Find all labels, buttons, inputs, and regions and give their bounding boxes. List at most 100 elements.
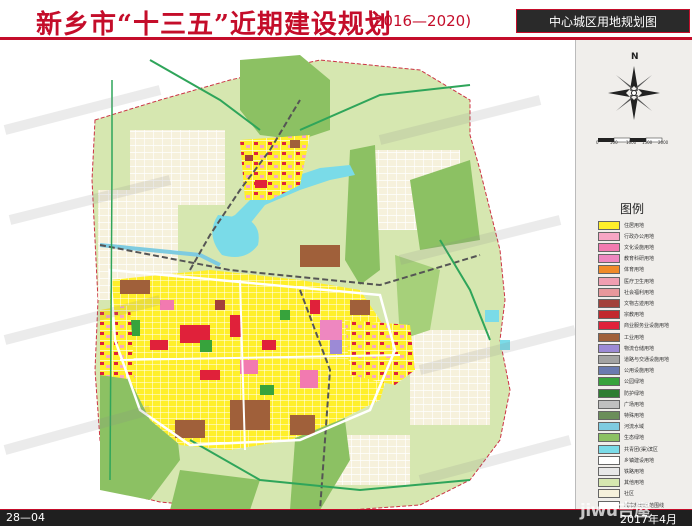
legend-item: 公园绿地: [598, 377, 644, 387]
legend-item: 宗教用地: [598, 310, 644, 320]
legend-item: 教育科研用地: [598, 254, 654, 264]
map-name-box: 中心城区用地规划图: [516, 9, 690, 33]
commercial-block: [262, 340, 276, 350]
legend-label: 道路与交通设施用地: [624, 356, 670, 363]
legend-swatch: [598, 410, 620, 420]
legend-label: 特殊用地: [624, 412, 645, 419]
legend-swatch: [598, 478, 620, 488]
scale-label-1500: 1500: [642, 140, 653, 145]
legend-item: 文物古迹用地: [598, 298, 654, 308]
industrial-block: [230, 400, 270, 430]
legend-label: 行政办公用地: [624, 233, 655, 240]
cultural-block: [215, 300, 225, 310]
legend-item: 物流仓储用地: [598, 343, 654, 353]
legend-swatch: [598, 242, 620, 252]
legend-label: 铁路用地: [624, 468, 645, 475]
legend-swatch: [598, 298, 620, 308]
legend-swatch: [598, 254, 620, 264]
legend-swatch: [598, 220, 620, 230]
legend-swatch: [598, 287, 620, 297]
legend-label: 其他用地: [624, 480, 645, 487]
legend-swatch: [598, 343, 620, 353]
legend-item: 河流水域: [598, 422, 644, 432]
park-block: [280, 310, 290, 320]
scale-label-0: 0: [596, 140, 599, 145]
legend-item: 文化设施用地: [598, 242, 654, 252]
scale-label-2000: 2000: [658, 140, 669, 145]
title-bar: 新乡市“十三五”近期建设规划 (2016—2020) 中心城区用地规划图: [0, 0, 692, 42]
pond: [485, 310, 499, 322]
map-area: [0, 40, 580, 511]
legend-swatch: [598, 354, 620, 364]
logistics-block: [330, 340, 342, 354]
legend-swatch: [598, 265, 620, 275]
north-label: N: [631, 52, 639, 62]
page-number: 28—04: [6, 511, 45, 524]
industrial-block: [300, 245, 340, 267]
legend-item: 特殊用地: [598, 410, 644, 420]
industrial-block: [120, 280, 150, 294]
legend-label: 教育科研用地: [624, 256, 655, 263]
legend-label: 文化设施用地: [624, 244, 655, 251]
legend-swatch: [598, 444, 620, 454]
legend-item: 铁路用地: [598, 466, 644, 476]
education-block: [300, 370, 318, 388]
title-years: (2016—2020): [368, 12, 472, 30]
legend-swatch: [598, 366, 620, 376]
legend-label: 体育用地: [624, 267, 645, 274]
legend-label: 宗教用地: [624, 312, 645, 319]
commercial-block: [150, 340, 168, 350]
legend-item: 医疗卫生用地: [598, 276, 654, 286]
legend-swatch: [598, 433, 620, 443]
industrial-block: [290, 415, 315, 435]
legend-label: 广场用地: [624, 401, 645, 408]
legend-label: 工业用地: [624, 334, 645, 341]
legend-item: 工业用地: [598, 332, 644, 342]
legend-swatch: [598, 332, 620, 342]
commercial-block: [310, 300, 320, 314]
legend-item: 广场用地: [598, 399, 644, 409]
legend-item: 住居用地: [598, 220, 644, 230]
watermark-logo: jiwu吉屋: [580, 501, 651, 521]
legend-item: 其他用地: [598, 478, 644, 488]
legend-item: 公用设施用地: [598, 366, 654, 376]
legend-label: 乡镇建设用地: [624, 457, 655, 464]
legend-swatch: [598, 231, 620, 241]
residential-east: [345, 320, 415, 385]
legend-item: 共青团(渠)滨区: [598, 444, 658, 454]
community-zone: [410, 330, 490, 425]
map-name: 中心城区用地规划图: [548, 15, 657, 29]
legend-label: 社会福利用地: [624, 289, 655, 296]
legend-swatch: [598, 422, 620, 432]
legend-swatch: [598, 388, 620, 398]
legend-label: 生态绿地: [624, 435, 645, 442]
page-title: 新乡市“十三五”近期建设规划: [36, 10, 392, 40]
legend-title: 图例: [620, 202, 645, 216]
legend-item: 商业服务业设施用地: [598, 321, 669, 331]
legend-swatch: [598, 310, 620, 320]
legend-label: 公园绿地: [624, 379, 645, 386]
industrial-block: [175, 420, 205, 438]
legend-swatch: [598, 321, 620, 331]
land-use-map: [0, 40, 580, 511]
legend-swatch: [598, 399, 620, 409]
legend-label: 医疗卫生用地: [624, 278, 655, 285]
industrial-block: [350, 300, 370, 315]
park-block: [200, 340, 212, 352]
compass-rose-icon: [608, 66, 660, 120]
legend-label: 文物古迹用地: [624, 300, 655, 307]
legend-swatch: [598, 455, 620, 465]
scale-label-500: 500: [610, 140, 618, 145]
legend-label: 防护绿地: [624, 390, 645, 397]
legend-label: 住居用地: [624, 222, 645, 229]
legend-swatch: [598, 377, 620, 387]
legend-swatch: [598, 466, 620, 476]
legend-label: 物流仓储用地: [624, 345, 655, 352]
scale-label-1000: 1000: [626, 140, 637, 145]
commercial-block: [200, 370, 220, 380]
legend-item: 生态绿地: [598, 433, 644, 443]
legend-item: 社会福利用地: [598, 287, 654, 297]
legend-item: 行政办公用地: [598, 231, 654, 241]
legend-swatch: [598, 276, 620, 286]
legend-item: 道路与交通设施用地: [598, 354, 669, 364]
